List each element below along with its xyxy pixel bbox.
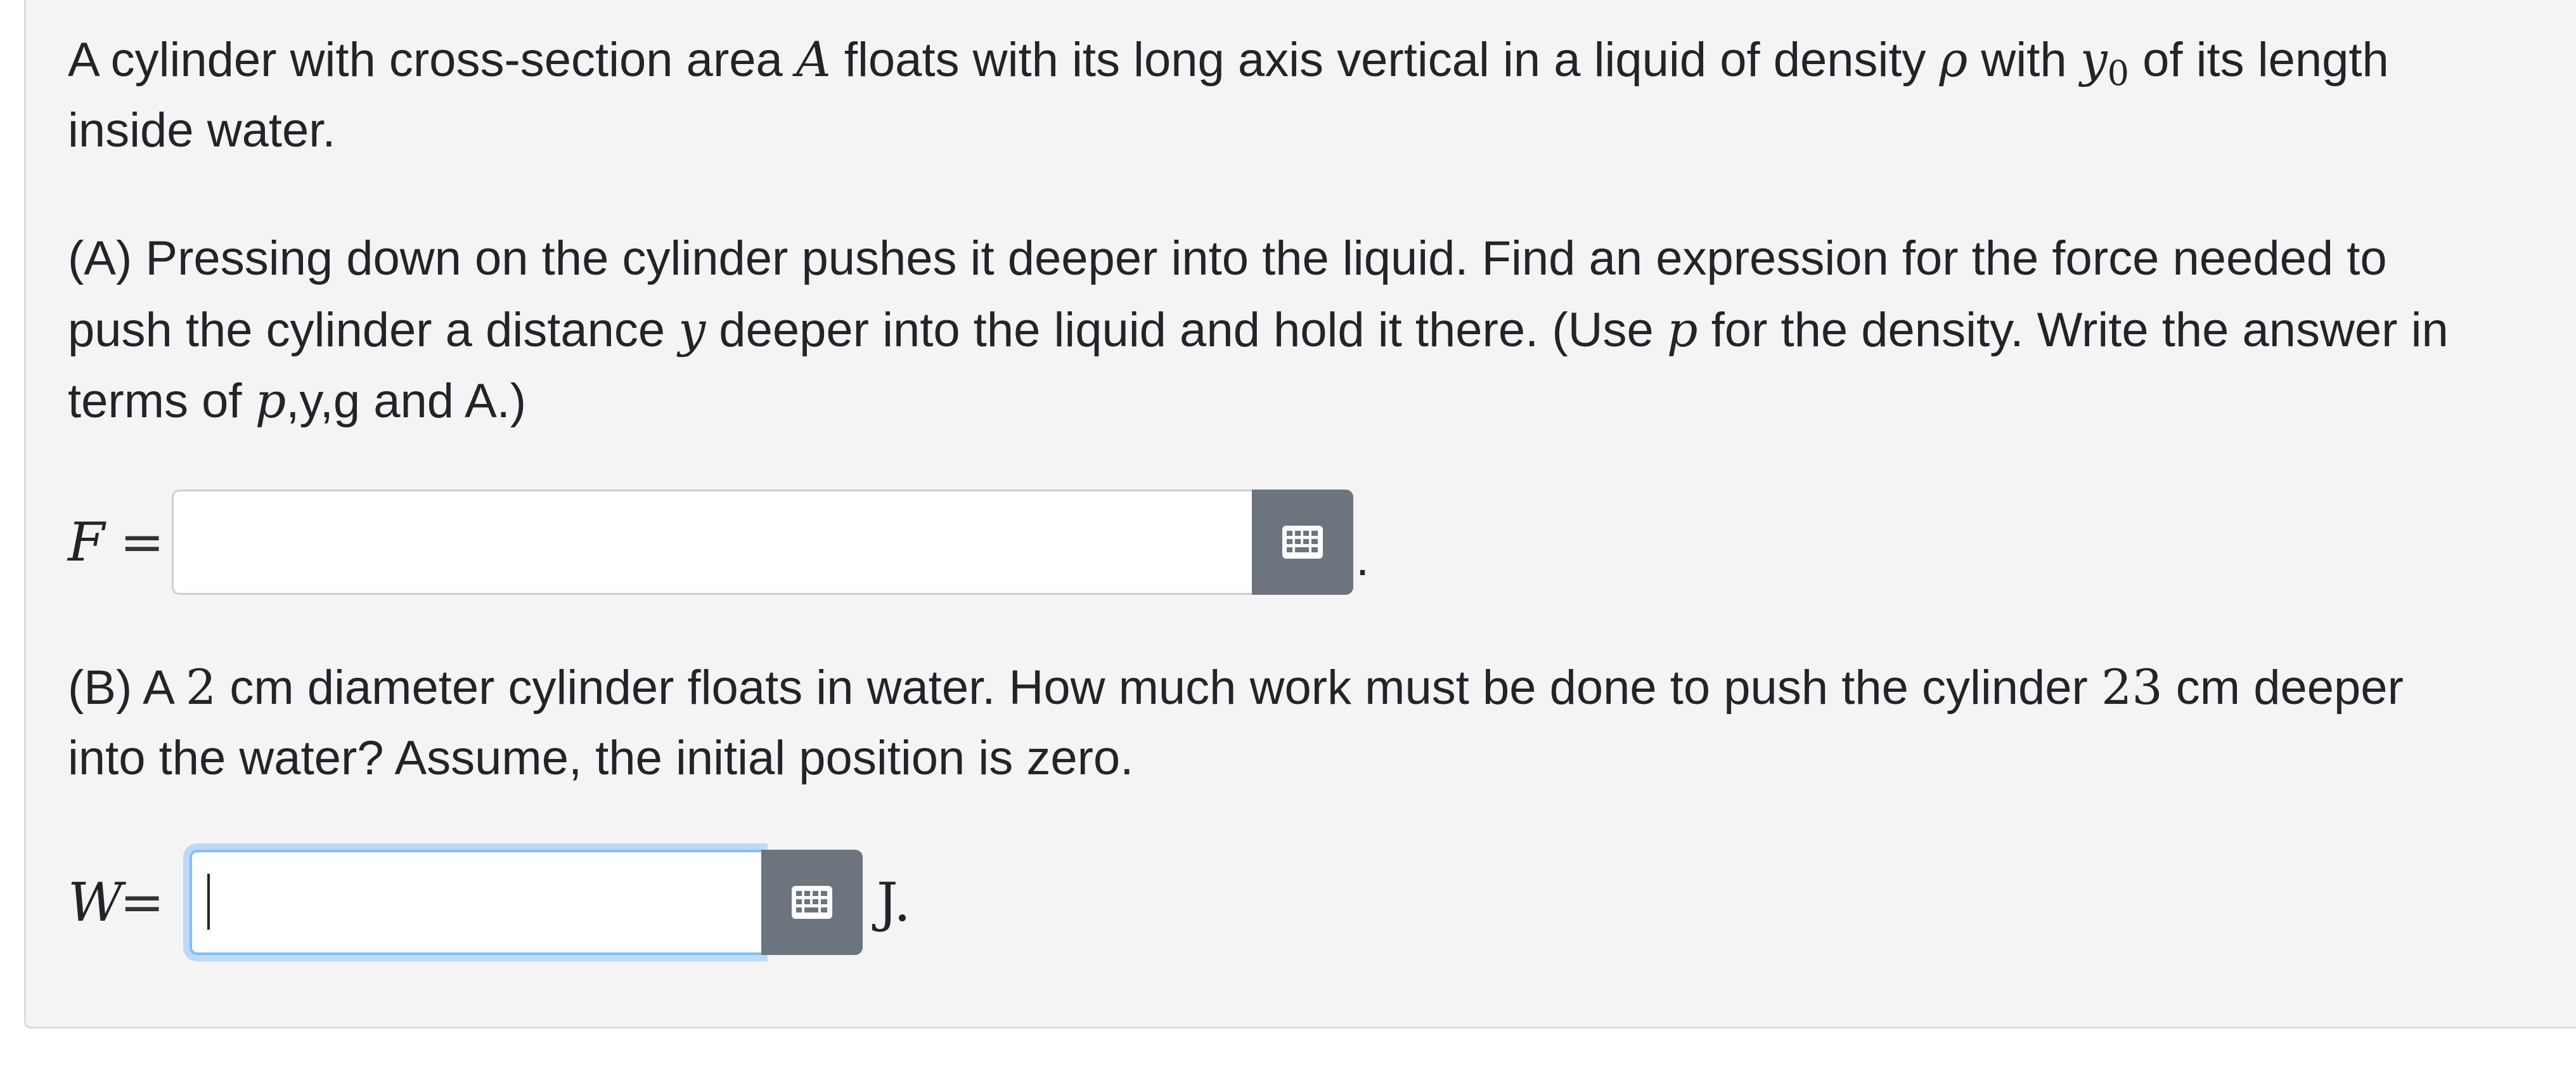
math-A: A bbox=[795, 31, 831, 88]
part-a-line-2: push the cylinder a distance y deeper in… bbox=[68, 294, 2449, 366]
keyboard-icon bbox=[1282, 526, 1323, 559]
part-b-text: cm diameter cylinder floats in water. Ho… bbox=[216, 661, 2101, 715]
math-p: p bbox=[1666, 301, 1698, 358]
part-b-line-2: into the water? Assume, the initial posi… bbox=[68, 731, 1134, 785]
math-y: y bbox=[2080, 31, 2108, 88]
number-2: 2 bbox=[185, 659, 217, 715]
work-answer-input[interactable] bbox=[190, 850, 761, 955]
part-b-text: (B) A bbox=[68, 661, 186, 715]
force-variable-label: F bbox=[68, 511, 105, 573]
force-answer-input[interactable] bbox=[172, 490, 1252, 595]
work-unit-label: J. bbox=[877, 871, 911, 933]
intro-text: A cylinder with cross-section area bbox=[68, 33, 796, 87]
math-subscript-0: 0 bbox=[2107, 53, 2129, 93]
math-p: p bbox=[255, 372, 287, 429]
math-y: y bbox=[678, 301, 706, 358]
intro-line-2: inside water. bbox=[68, 103, 336, 157]
work-variable-label: W bbox=[68, 871, 123, 933]
intro-text: with bbox=[1967, 33, 2080, 87]
intro-text: floats with its long axis vertical in a … bbox=[830, 33, 1940, 87]
work-input-group bbox=[190, 850, 863, 955]
trailing-period: . bbox=[1356, 531, 1370, 586]
force-math-keyboard-button[interactable] bbox=[1252, 490, 1353, 595]
math-rho: ρ bbox=[1939, 31, 1968, 88]
intro-line-1: A cylinder with cross-section area A flo… bbox=[68, 24, 2389, 100]
keyboard-icon bbox=[792, 886, 832, 919]
equals-sign: = bbox=[120, 511, 165, 573]
part-b-line-1: (B) A 2 cm diameter cylinder floats in w… bbox=[68, 652, 2404, 724]
part-b-text: cm deeper bbox=[2162, 661, 2404, 715]
part-a-line-1: (A) Pressing down on the cylinder pushes… bbox=[68, 231, 2387, 285]
part-a-text: terms of bbox=[68, 374, 255, 428]
part-a-text: for the density. Write the answer in bbox=[1697, 303, 2449, 357]
part-a-text: ,y,g and A.) bbox=[286, 374, 527, 428]
equals-sign: = bbox=[120, 871, 165, 933]
force-input-group bbox=[172, 490, 1353, 595]
work-math-keyboard-button[interactable] bbox=[761, 850, 863, 955]
text-caret bbox=[207, 874, 210, 930]
part-a-text: push the cylinder a distance bbox=[68, 303, 679, 357]
number-23: 23 bbox=[2101, 659, 2163, 715]
part-a-line-3: terms of p,y,g and A.) bbox=[68, 365, 526, 437]
intro-text: of its length bbox=[2129, 33, 2389, 87]
force-answer-row: F = . bbox=[68, 490, 1369, 595]
work-answer-row: W = J. bbox=[68, 850, 911, 955]
part-a-text: deeper into the liquid and hold it there… bbox=[705, 303, 1667, 357]
